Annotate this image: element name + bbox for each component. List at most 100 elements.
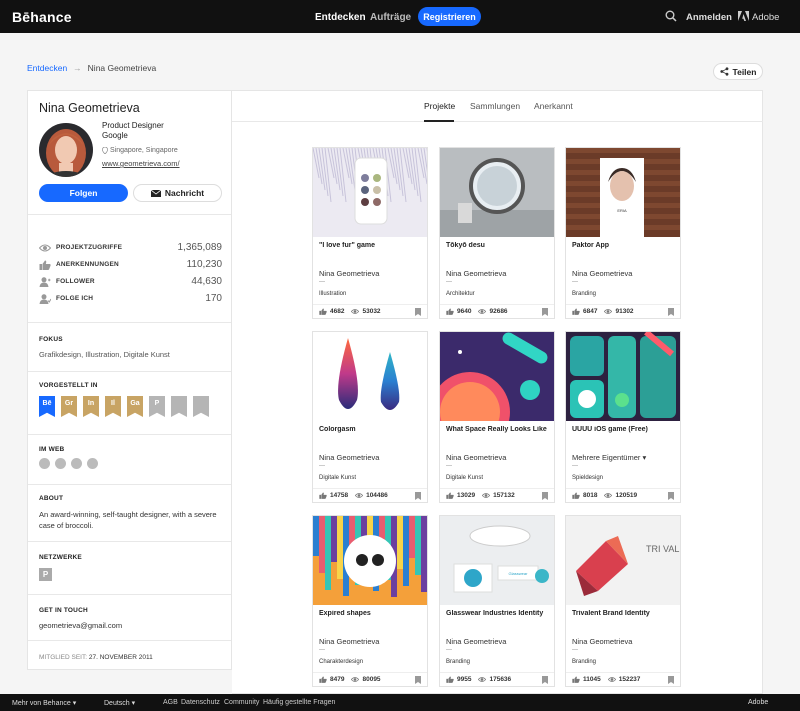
project-owner[interactable]: Nina Geometrieva [319,453,379,462]
featured-title: VORGESTELLT IN [39,382,98,389]
project-field[interactable]: Digitale Kunst [446,475,483,481]
project-thumbnail[interactable] [566,332,680,421]
project-title[interactable]: Paktor App [572,242,678,249]
eye-icon [478,309,487,314]
project-card[interactable]: TRI VAL ENT Trivalent Brand Identity Nin… [565,515,681,687]
footer-more-link[interactable]: Mehr von Behance ▾ [12,699,76,707]
footer-link-faq[interactable]: Häufig gestellte Fragen [263,699,335,706]
project-title[interactable]: Expired shapes [319,610,425,617]
featured-badge[interactable]: P [149,396,165,417]
project-card[interactable]: Tōkyō desu Nina Geometrieva Architektur … [439,147,555,319]
project-card[interactable]: ERIA Paktor App Nina Geometrieva Brandin… [565,147,681,319]
project-thumbnail[interactable]: Glasswear [440,516,554,605]
footer-link-privacy[interactable]: Datenschutz [181,699,220,706]
project-field[interactable]: Architektur [446,291,475,297]
project-title[interactable]: Tōkyō desu [446,242,552,249]
project-field[interactable]: Branding [446,659,470,665]
footer-link-terms[interactable]: AGB [163,699,178,706]
project-owner[interactable]: Mehrere Eigentümer ▾ [572,453,646,462]
profile-name: Nina Geometrieva [39,101,140,115]
project-title[interactable]: Trivalent Brand Identity [572,610,678,617]
bookmark-icon[interactable] [542,675,548,684]
bookmark-icon[interactable] [415,307,421,316]
footer-adobe-link[interactable]: Adobe [748,699,768,706]
project-owner[interactable]: Nina Geometrieva [446,269,506,278]
divider [319,281,325,282]
tab-appreciated[interactable]: Anerkannt [534,101,573,111]
nav-discover[interactable]: Entdecken [315,12,366,23]
behance-logo[interactable]: Bēhance [12,9,72,25]
breadcrumb-discover-link[interactable]: Entdecken [27,63,67,73]
featured-badge[interactable]: Gr [61,396,77,417]
project-field[interactable]: Digitale Kunst [319,475,356,481]
project-title[interactable]: Glasswear Industries Identity [446,610,552,617]
login-link[interactable]: Anmelden [686,12,732,23]
bookmark-icon[interactable] [668,491,674,500]
search-icon[interactable] [665,10,677,22]
project-card[interactable]: Colorgasm Nina Geometrieva Digitale Kuns… [312,331,428,503]
divider [28,322,231,323]
project-views: 104486 [366,492,388,499]
footer-link-community[interactable]: Community [224,699,259,706]
project-field[interactable]: Spieldesign [572,475,603,481]
following-icon [39,293,51,304]
project-card[interactable]: Expired shapes Nina Geometrieva Charakte… [312,515,428,687]
share-button[interactable]: Teilen [713,63,763,80]
bookmark-icon[interactable] [668,675,674,684]
instagram-icon[interactable] [87,458,98,469]
bookmark-icon[interactable] [668,307,674,316]
featured-badge[interactable]: Bē [39,396,55,417]
project-owner[interactable]: Nina Geometrieva [319,269,379,278]
project-title[interactable]: "I love fur" game [319,242,425,249]
network-badge[interactable]: P [39,568,52,581]
project-owner[interactable]: Nina Geometrieva [446,637,506,646]
contact-email[interactable]: geometrieva@gmail.com [39,621,122,630]
project-card[interactable]: Glasswear Glasswear Industries Identity … [439,515,555,687]
project-thumbnail[interactable] [313,332,427,421]
featured-badge[interactable] [171,396,187,417]
featured-badge[interactable]: Ga [127,396,143,417]
follow-button[interactable]: Folgen [39,184,128,202]
project-title[interactable]: UUUU iOS game (Free) [572,426,678,433]
project-thumbnail[interactable] [313,148,427,237]
project-likes: 8018 [583,492,598,499]
message-button[interactable]: Nachricht [133,184,222,202]
project-owner[interactable]: Nina Geometrieva [446,453,506,462]
project-field[interactable]: Branding [572,659,596,665]
tab-collections[interactable]: Sammlungen [470,101,520,111]
footer-language-select[interactable]: Deutsch ▾ [104,699,135,707]
project-thumbnail[interactable]: TRI VAL ENT [566,516,680,605]
bookmark-icon[interactable] [542,307,548,316]
bookmark-icon[interactable] [415,491,421,500]
project-thumbnail[interactable] [440,332,554,421]
project-owner[interactable]: Nina Geometrieva [572,269,632,278]
nav-jobs[interactable]: Aufträge [370,12,411,23]
featured-badge[interactable]: Il [105,396,121,417]
register-button[interactable]: Registrieren [418,7,481,26]
avatar[interactable] [39,123,93,177]
project-title[interactable]: What Space Really Looks Like [446,426,552,433]
featured-badge[interactable]: In [83,396,99,417]
dribbble-icon[interactable] [55,458,66,469]
project-field[interactable]: Illustration [319,291,346,297]
project-thumbnail[interactable]: ERIA [566,148,680,237]
project-title[interactable]: Colorgasm [319,426,425,433]
adobe-label[interactable]: Adobe [752,12,779,23]
project-card[interactable]: UUUU iOS game (Free) Mehrere Eigentümer … [565,331,681,503]
adobe-icon [738,11,749,21]
featured-badge[interactable] [193,396,209,417]
profile-website-link[interactable]: www.geometrieva.com/ [102,159,180,168]
bookmark-icon[interactable] [542,491,548,500]
facebook-icon[interactable] [39,458,50,469]
bookmark-icon[interactable] [415,675,421,684]
project-owner[interactable]: Nina Geometrieva [319,637,379,646]
project-field[interactable]: Branding [572,291,596,297]
project-owner[interactable]: Nina Geometrieva [572,637,632,646]
project-card[interactable]: What Space Really Looks Like Nina Geomet… [439,331,555,503]
tab-projects[interactable]: Projekte [424,101,455,111]
project-card[interactable]: "I love fur" game Nina Geometrieva Illus… [312,147,428,319]
project-thumbnail[interactable] [440,148,554,237]
project-field[interactable]: Charakterdesign [319,659,363,665]
project-thumbnail[interactable] [313,516,427,605]
twitter-icon[interactable] [71,458,82,469]
